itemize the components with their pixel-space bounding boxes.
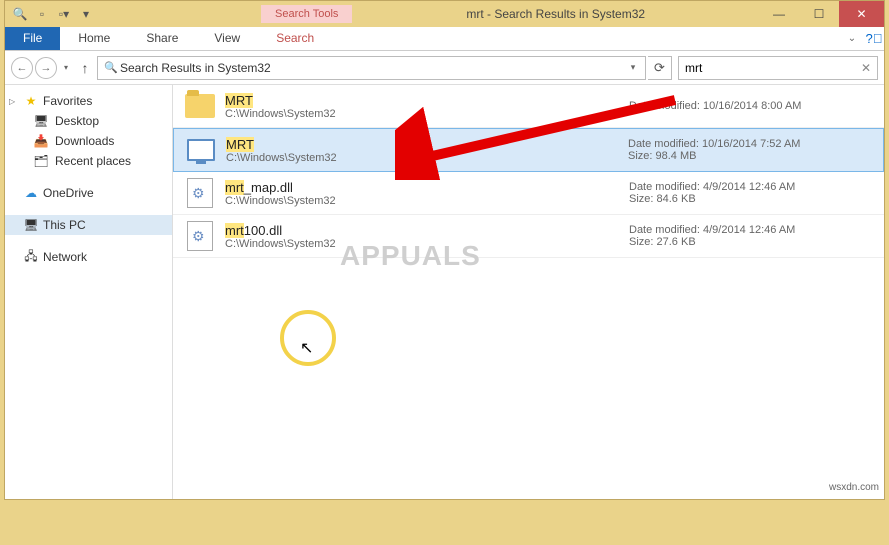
sidebar-item-recent[interactable]: 🗂 Recent places <box>5 151 172 171</box>
attribution: wsxdn.com <box>829 482 879 493</box>
navigation-bar: ← → ▾ ↑ 🔍 Search Results in System32 ▾ ⟳… <box>5 51 884 85</box>
file-tab[interactable]: File <box>5 27 60 50</box>
sidebar-network[interactable]: 🖧 Network <box>5 247 172 267</box>
result-path: C:\Windows\System32 <box>226 152 628 164</box>
result-metadata: Date modified: 4/9/2014 12:46 AMSize: 27… <box>629 224 874 248</box>
close-button[interactable]: ✕ <box>839 1 884 27</box>
tab-search[interactable]: Search <box>258 27 332 50</box>
cloud-icon: ☁ <box>23 185 39 201</box>
downloads-icon: 📥 <box>33 133 49 149</box>
address-bar[interactable]: 🔍 Search Results in System32 ▾ <box>97 56 646 80</box>
search-result-row[interactable]: mrt100.dllC:\Windows\System32Date modifi… <box>173 215 884 258</box>
quick-access-toolbar: 🔍 ▫ ▫▾ ▾ <box>5 5 101 23</box>
ribbon-tabs: File Home Share View Search ⌄ ?⃝ <box>5 27 884 51</box>
maximize-button[interactable]: ☐ <box>799 1 839 27</box>
ribbon-expand-icon[interactable]: ⌄ <box>840 27 864 50</box>
help-icon[interactable]: ?⃝ <box>864 27 884 50</box>
result-path: C:\Windows\System32 <box>225 195 629 207</box>
dll-icon <box>183 219 217 253</box>
navigation-pane: ▷ ★ Favorites 🖥 Desktop 📥 Downloads 🗂 Re… <box>5 85 173 499</box>
up-button[interactable]: ↑ <box>75 58 95 78</box>
results-list: MRTC:\Windows\System32Date modified: 10/… <box>173 85 884 499</box>
sidebar-item-desktop[interactable]: 🖥 Desktop <box>5 111 172 131</box>
result-path: C:\Windows\System32 <box>225 108 629 120</box>
back-button[interactable]: ← <box>11 57 33 79</box>
qat-dropdown-icon[interactable]: ▾ <box>77 5 95 23</box>
result-metadata: Date modified: 10/16/2014 8:00 AM <box>629 100 874 112</box>
dll-icon <box>183 176 217 210</box>
search-result-row[interactable]: MRTC:\Windows\System32Date modified: 10/… <box>173 85 884 128</box>
tab-share[interactable]: Share <box>128 27 196 50</box>
result-metadata: Date modified: 4/9/2014 12:46 AMSize: 84… <box>629 181 874 205</box>
sidebar-favorites-header[interactable]: ▷ ★ Favorites <box>5 91 172 111</box>
window-title: mrt - Search Results in System32 <box>352 7 759 21</box>
properties-qat-icon[interactable]: ▫ <box>33 5 51 23</box>
folder-icon <box>183 89 217 123</box>
search-result-row[interactable]: MRTC:\Windows\System32Date modified: 10/… <box>173 128 884 172</box>
title-bar: 🔍 ▫ ▫▾ ▾ Search Tools mrt - Search Resul… <box>5 1 884 27</box>
newfolder-qat-icon[interactable]: ▫▾ <box>55 5 73 23</box>
expand-icon: ▷ <box>9 97 19 106</box>
result-name: MRT <box>226 137 628 152</box>
refresh-button[interactable]: ⟳ <box>648 56 672 80</box>
location-icon: 🔍 <box>102 61 120 74</box>
desktop-icon: 🖥 <box>33 113 49 129</box>
tab-home[interactable]: Home <box>60 27 128 50</box>
sidebar-onedrive[interactable]: ☁ OneDrive <box>5 183 172 203</box>
contextual-tab-label: Search Tools <box>261 5 352 23</box>
window-buttons: — ☐ ✕ <box>759 1 884 27</box>
sidebar-thispc[interactable]: 🖥 This PC <box>5 215 172 235</box>
clear-search-icon[interactable]: ✕ <box>861 61 871 75</box>
star-icon: ★ <box>23 93 39 109</box>
search-qat-icon[interactable]: 🔍 <box>11 5 29 23</box>
forward-button[interactable]: → <box>35 57 57 79</box>
recent-icon: 🗂 <box>33 153 49 169</box>
sidebar-item-downloads[interactable]: 📥 Downloads <box>5 131 172 151</box>
search-input[interactable] <box>685 61 861 75</box>
address-path: Search Results in System32 <box>120 61 625 75</box>
result-path: C:\Windows\System32 <box>225 238 629 250</box>
pc-icon: 🖥 <box>23 217 39 233</box>
search-result-row[interactable]: mrt_map.dllC:\Windows\System32Date modif… <box>173 172 884 215</box>
history-dropdown-icon[interactable]: ▾ <box>59 63 73 72</box>
network-icon: 🖧 <box>23 249 39 265</box>
result-name: mrt100.dll <box>225 223 629 238</box>
body: ▷ ★ Favorites 🖥 Desktop 📥 Downloads 🗂 Re… <box>5 85 884 499</box>
result-metadata: Date modified: 10/16/2014 7:52 AMSize: 9… <box>628 138 873 162</box>
result-name: MRT <box>225 93 629 108</box>
favorites-label: Favorites <box>43 94 92 108</box>
search-box[interactable]: ✕ <box>678 56 878 80</box>
explorer-window: 🔍 ▫ ▫▾ ▾ Search Tools mrt - Search Resul… <box>4 0 885 500</box>
result-name: mrt_map.dll <box>225 180 629 195</box>
tab-view[interactable]: View <box>196 27 258 50</box>
app-icon <box>184 133 218 167</box>
minimize-button[interactable]: — <box>759 1 799 27</box>
address-dropdown-icon[interactable]: ▾ <box>625 62 641 73</box>
